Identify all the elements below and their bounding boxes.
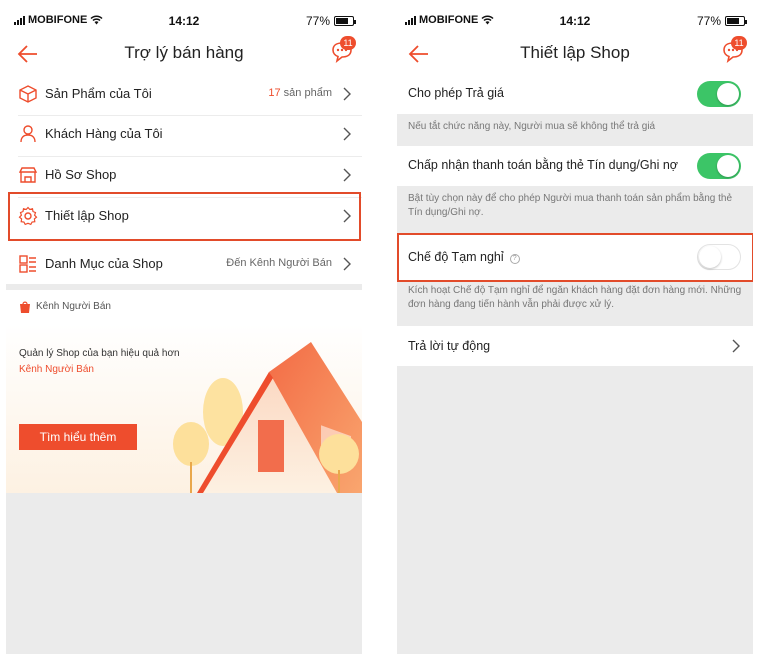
menu-item-shop-categories[interactable]: Danh Mục của Shop Đến Kênh Người Bán <box>6 246 362 284</box>
seller-channel-title: Kênh Người Bán <box>36 301 111 312</box>
shop-settings-screen: MOBIFONE 14:12 77% Thiết lập Shop 11 Cho… <box>397 0 753 654</box>
box-icon <box>19 85 37 103</box>
setting-note: Bật tùy chọn này để cho phép Người mua t… <box>408 193 733 218</box>
highlight-box <box>397 233 753 282</box>
nav-bar: Trợ lý bán hàng 11 <box>6 34 362 74</box>
bargain-toggle[interactable] <box>697 81 741 107</box>
chat-badge: 11 <box>731 36 747 50</box>
menu-item-label: Danh Mục của Shop <box>45 256 163 271</box>
learn-more-button[interactable]: Tìm hiểu thêm <box>19 424 137 450</box>
seller-channel-link[interactable]: Đến Kênh Người Bán <box>226 257 332 269</box>
shopee-bag-icon <box>20 301 30 313</box>
seller-channel-header: Kênh Người Bán <box>6 290 362 324</box>
promo-text: Quản lý Shop của bạn hiệu quả hơn <box>19 348 180 359</box>
promo-banner: Quản lý Shop của bạn hiệu quả hơn Kênh N… <box>6 324 362 493</box>
setting-allow-bargain: Cho phép Trả giá <box>397 74 753 114</box>
setting-label: Trả lời tự động <box>408 339 491 353</box>
setting-label: Cho phép Trả giá <box>408 86 504 100</box>
setting-note: Nếu tắt chức năng này, Người mua sẽ khôn… <box>408 121 656 132</box>
menu-item-label: Sản Phẩm của Tôi <box>45 86 152 101</box>
chat-badge: 11 <box>340 36 356 50</box>
status-bar: MOBIFONE 14:12 77% <box>6 12 362 32</box>
seller-assistant-screen: MOBIFONE 14:12 77% Trợ lý bán hàng 11 Sả… <box>6 0 362 654</box>
chevron-right-icon <box>343 87 351 101</box>
chevron-right-icon <box>343 257 351 271</box>
setting-auto-reply[interactable]: Trả lời tự động <box>397 326 753 366</box>
menu-item-label: Khách Hàng của Tôi <box>45 126 163 141</box>
chevron-right-icon <box>343 127 351 141</box>
setting-label: Chấp nhận thanh toán bằng thẻ Tín dụng/G… <box>408 158 678 172</box>
seller-channel-section: Kênh Người Bán Quản lý Shop của bạn hiệu… <box>6 290 362 493</box>
category-icon <box>19 255 36 273</box>
empty-area <box>6 493 362 654</box>
nav-bar: Thiết lập Shop 11 <box>397 34 753 74</box>
menu-item-my-products[interactable]: Sản Phẩm của Tôi 17 sản phẩm <box>6 76 362 114</box>
chevron-right-icon <box>732 339 740 353</box>
battery-percent: 77% <box>696 14 721 28</box>
shop-profile-icon <box>18 167 38 183</box>
battery-percent: 77% <box>305 14 330 28</box>
chevron-right-icon <box>343 168 351 182</box>
menu-item-label: Hồ Sơ Shop <box>45 167 117 182</box>
setting-accept-card: Chấp nhận thanh toán bằng thẻ Tín dụng/G… <box>397 146 753 186</box>
toggle-knob <box>717 155 739 177</box>
setting-note: Kích hoạt Chế độ Tạm nghỉ để ngăn khách … <box>408 285 742 310</box>
battery-icon <box>725 16 747 26</box>
status-bar: MOBIFONE 14:12 77% <box>397 12 753 32</box>
card-payment-toggle[interactable] <box>697 153 741 179</box>
highlight-box <box>8 192 361 241</box>
battery-icon <box>334 16 356 26</box>
page-title: Thiết lập Shop <box>520 43 630 62</box>
menu-item-my-customers[interactable]: Khách Hàng của Tôi <box>6 116 362 154</box>
house-illustration <box>173 342 362 493</box>
toggle-knob <box>717 83 739 105</box>
settings-list: Cho phép Trả giá Nếu tắt chức năng này, … <box>397 74 753 654</box>
menu-item-shop-profile[interactable]: Hồ Sơ Shop <box>6 157 362 195</box>
page-title: Trợ lý bán hàng <box>124 43 244 62</box>
customers-icon <box>20 125 36 143</box>
product-count: 17 sản phẩm <box>268 87 332 99</box>
promo-link[interactable]: Kênh Người Bán <box>19 364 94 375</box>
